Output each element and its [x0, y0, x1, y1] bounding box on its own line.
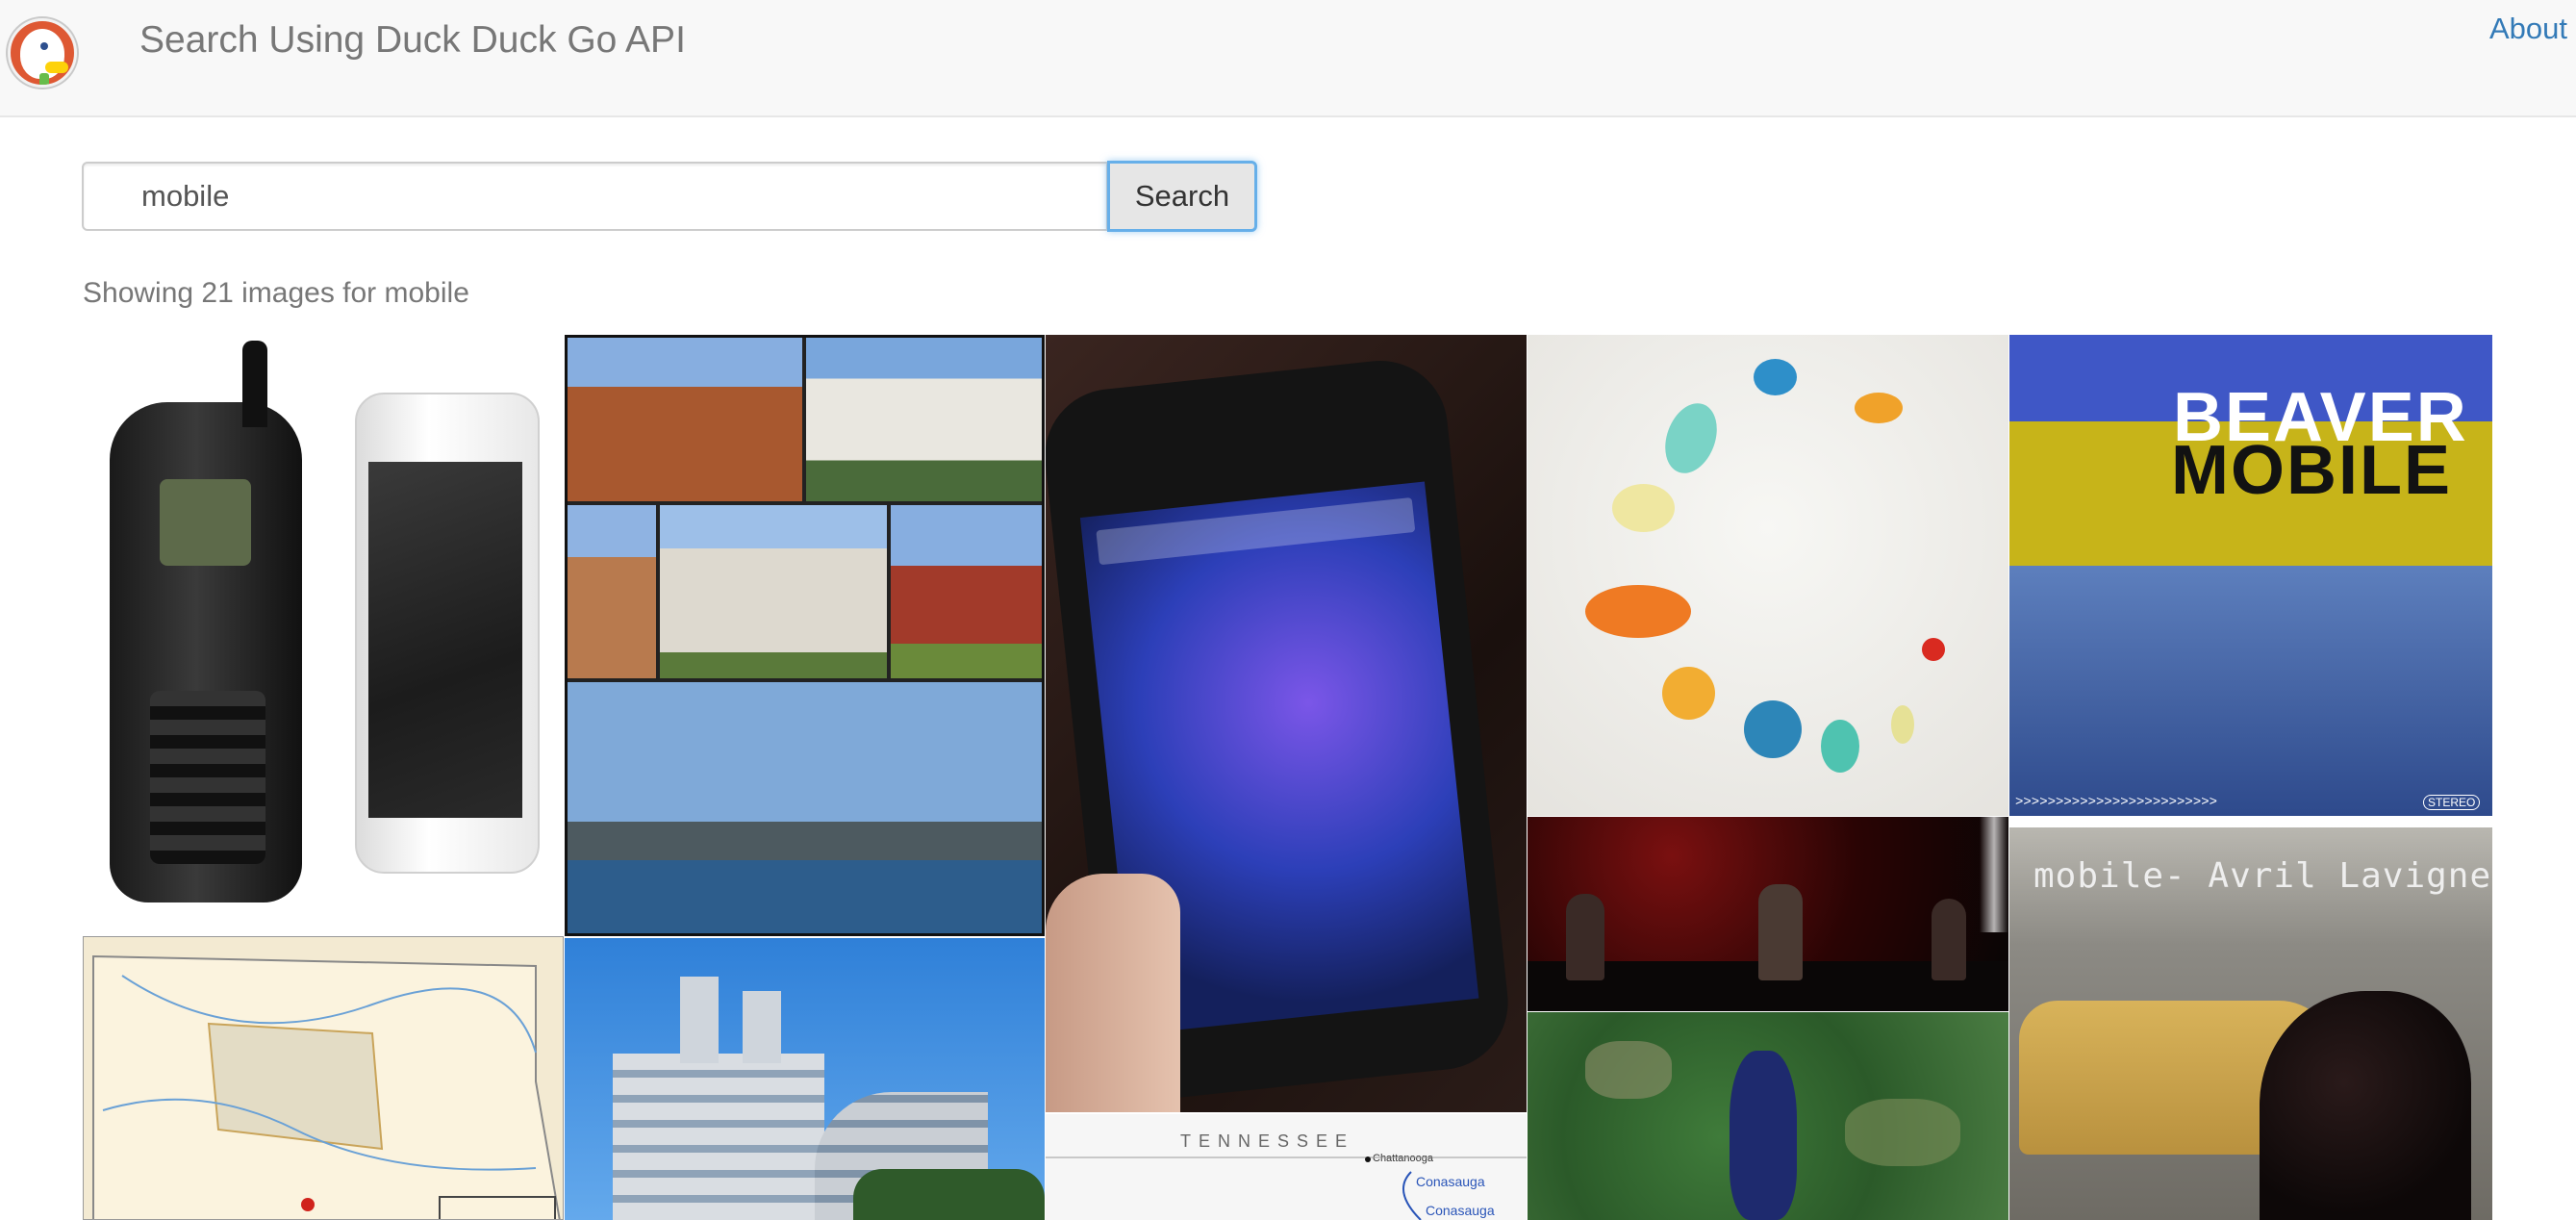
search-input[interactable] [82, 162, 1108, 231]
image-result-sculpture-mobile[interactable] [1528, 335, 2008, 816]
smartphone-shape [355, 393, 540, 874]
navbar: Search Using Duck Duck Go API About [0, 0, 2576, 117]
arrow-strip: >>>>>>>>>>>>>>>>>>>>>>>>> [2015, 795, 2218, 810]
image-result-concert[interactable] [1528, 817, 2008, 1011]
image-result-avril-lavigne-mobile[interactable]: mobile- Avril Lavigne [2009, 827, 2492, 1220]
image-result-tennessee-map[interactable]: TENNESSEE Chattanooga Conasauga Conasaug… [1046, 1114, 1527, 1220]
image-result-beaver-mobile[interactable]: BEAVER MOBILE >>>>>>>>>>>>>>>>>>>>>>>>> … [2009, 335, 2492, 816]
search-button[interactable]: Search [1107, 161, 1257, 232]
about-link[interactable]: About [2489, 10, 2567, 48]
hand-shape [1046, 874, 1180, 1112]
image-result-phones[interactable] [83, 335, 564, 936]
image-result-satellite[interactable] [1528, 1012, 2008, 1220]
album-title: mobile- Avril Lavigne [2033, 856, 2492, 896]
antenna-shape [242, 341, 267, 427]
old-phone-shape [110, 402, 302, 902]
image-result-android-phone[interactable] [1046, 335, 1527, 1112]
mobile-word: MOBILE [2171, 432, 2452, 509]
image-result-building[interactable] [565, 938, 1045, 1220]
image-result-city-collage[interactable] [565, 335, 1045, 936]
stereo-badge: STEREO [2423, 795, 2481, 810]
duckduckgo-logo-icon[interactable] [8, 18, 77, 88]
lake-shape [1730, 1051, 1797, 1220]
navbar-brand-title[interactable]: Search Using Duck Duck Go API [139, 17, 686, 64]
image-result-county-map[interactable] [83, 936, 564, 1220]
results-summary: Showing 21 images for mobile [83, 277, 469, 309]
